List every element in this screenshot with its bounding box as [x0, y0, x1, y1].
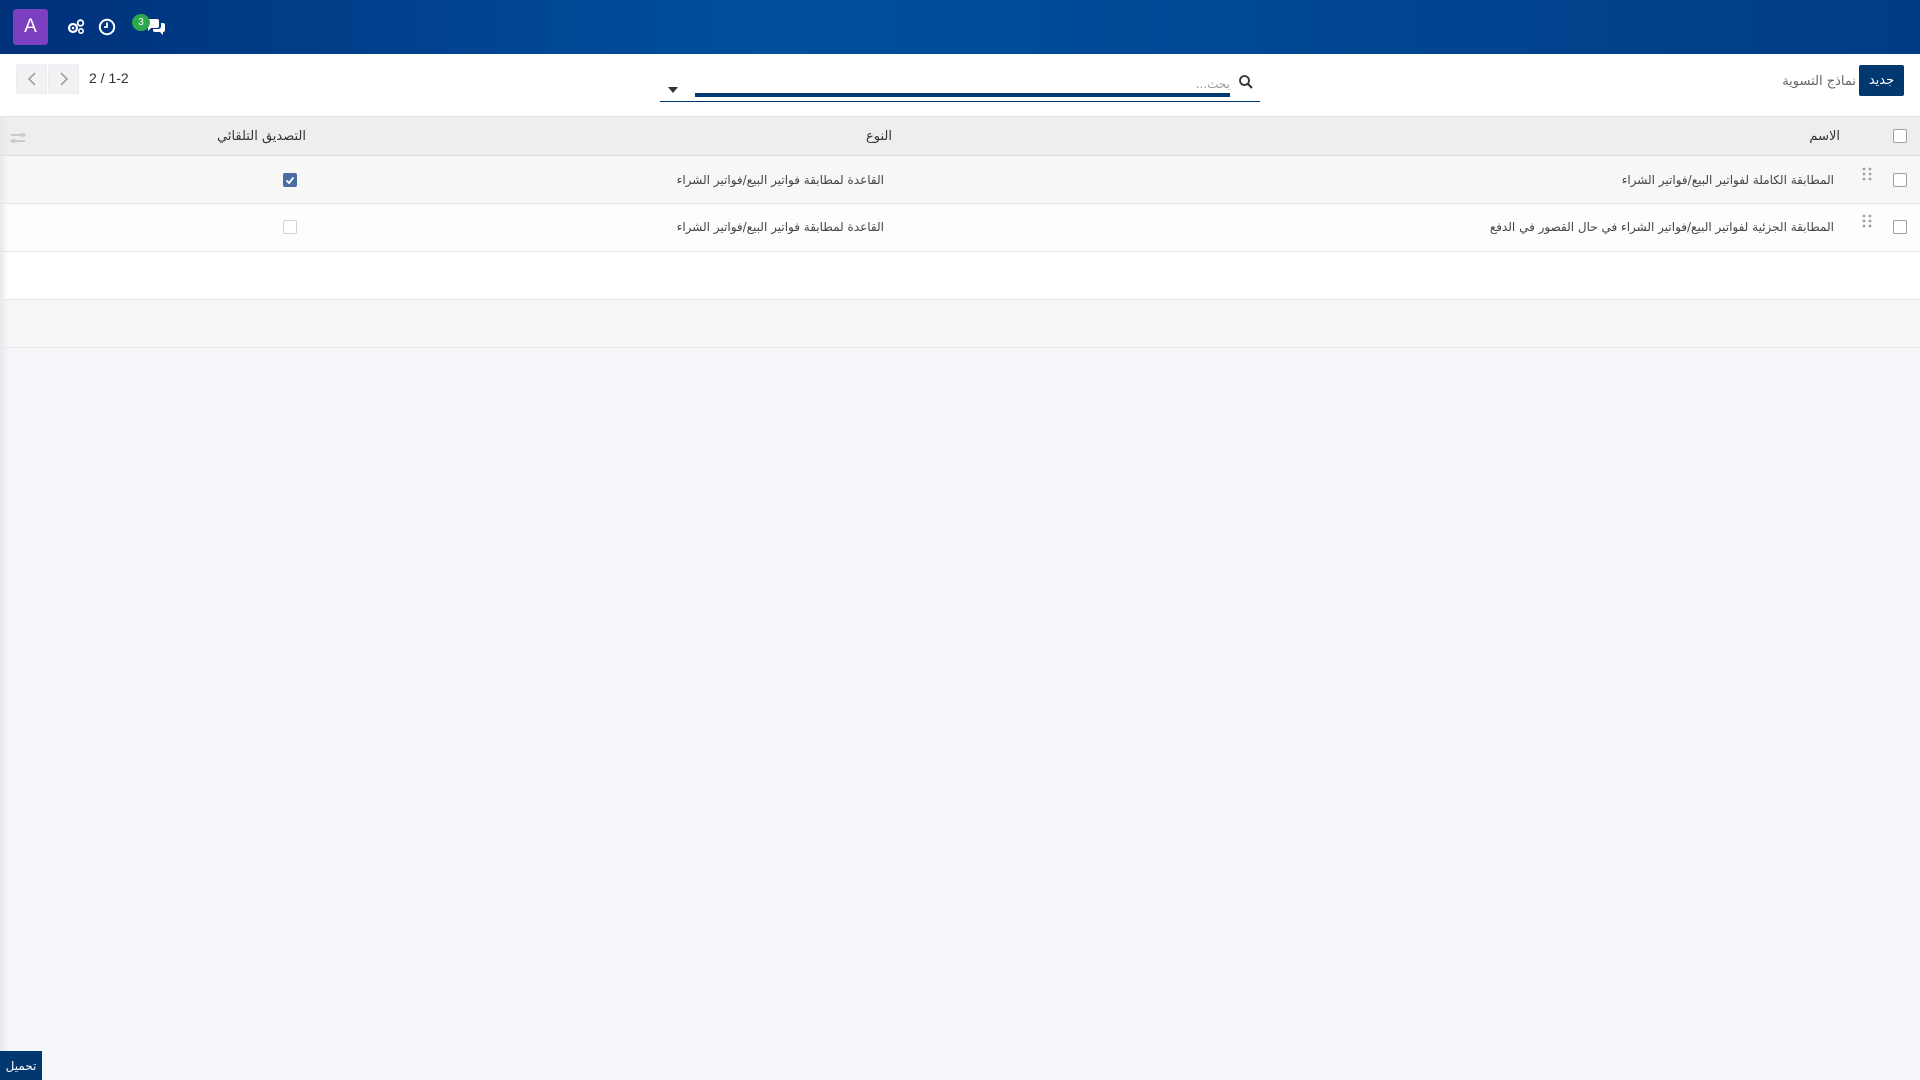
table-header: الاسم النوع التصديق التلقائي — [0, 117, 1920, 156]
control-panel: جديد نماذج التسوية — [0, 54, 1920, 117]
row-name: المطابقة الكاملة لفواتير البيع/فواتير ال… — [1621, 173, 1834, 187]
row-type: القاعدة لمطابقة فواتير البيع/فواتير الشر… — [676, 173, 884, 187]
activity-clock-icon[interactable] — [96, 16, 118, 38]
pager-previous-button[interactable] — [16, 64, 47, 94]
search-icon[interactable] — [1238, 74, 1254, 90]
column-header-type[interactable]: النوع — [866, 129, 892, 144]
table-row[interactable]: المطابقة الكاملة لفواتير البيع/فواتير ال… — [0, 156, 1920, 204]
top-navbar: A 3 — [0, 0, 1920, 54]
optional-columns-toggle-icon[interactable] — [9, 129, 27, 144]
row-name: المطابقة الجزئية لفواتير البيع/فواتير ال… — [1489, 220, 1834, 234]
load-button[interactable]: تحميل — [0, 1051, 42, 1080]
pager-value[interactable]: 1-2 / 2 — [89, 70, 129, 86]
empty-row — [0, 300, 1920, 348]
row-select-checkbox[interactable] — [1893, 173, 1907, 187]
list-table: الاسم النوع التصديق التلقائي المطابقة ال… — [0, 117, 1920, 348]
left-edge-shadow — [0, 117, 8, 1080]
search-bar — [660, 68, 1260, 102]
empty-row — [0, 252, 1920, 300]
select-all-checkbox[interactable] — [1893, 129, 1907, 143]
column-header-auto-validate[interactable]: التصديق التلقائي — [217, 129, 306, 144]
auto-validate-checkbox[interactable] — [283, 173, 297, 187]
drag-handle-icon[interactable] — [1862, 214, 1872, 230]
column-header-name[interactable]: الاسم — [1809, 129, 1840, 144]
new-button[interactable]: جديد — [1859, 65, 1904, 96]
pager-next-button[interactable] — [48, 64, 79, 94]
settings-gears-icon[interactable] — [65, 16, 87, 38]
row-type: القاعدة لمطابقة فواتير البيع/فواتير الشر… — [676, 220, 884, 234]
search-input[interactable] — [710, 74, 1230, 94]
user-avatar[interactable]: A — [13, 9, 48, 45]
table-row[interactable]: المطابقة الجزئية لفواتير البيع/فواتير ال… — [0, 204, 1920, 252]
drag-handle-icon[interactable] — [1862, 167, 1872, 183]
breadcrumb: نماذج التسوية — [1782, 74, 1856, 89]
chat-count-badge: 3 — [132, 14, 150, 31]
caret-down-icon[interactable] — [667, 79, 679, 93]
row-select-checkbox[interactable] — [1893, 220, 1907, 234]
auto-validate-checkbox[interactable] — [283, 220, 297, 234]
